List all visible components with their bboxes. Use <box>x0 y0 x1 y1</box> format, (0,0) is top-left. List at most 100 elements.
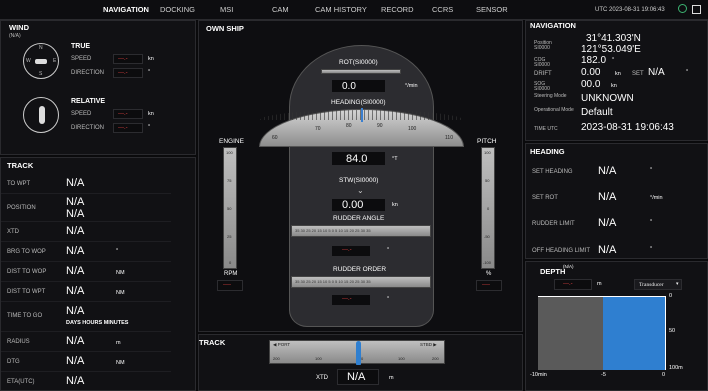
rudder-order-scale-labels: 35 30 25 20 15 10 5 0 5 10 15 20 25 30 3… <box>295 279 371 284</box>
pitch-tick-100: 100 <box>484 150 491 155</box>
pitch-gauge: 100 50 0 -50 -100 <box>481 147 495 269</box>
depth-x-tick-0: 0 <box>662 372 666 378</box>
brg-to-wop-label: BRG TO WOP <box>7 249 46 255</box>
compass-w-label: W <box>26 58 31 64</box>
xtd-bottom-value: N/A <box>347 371 366 383</box>
depth-y-tick-100: 100m <box>669 365 683 371</box>
operational-mode-label: Operational Mode <box>534 107 574 113</box>
engine-tick-50: 50 <box>227 206 232 211</box>
drift-label: DRIFT <box>534 71 552 77</box>
pitch-tick-minus-100: -100 <box>483 260 492 265</box>
dtg-value: N/A <box>66 355 85 367</box>
stbd-label: STBD ▶ <box>420 342 437 347</box>
rudder-limit-label: RUDDER LIMIT <box>532 221 575 227</box>
dist-to-wpt-value: N/A <box>66 285 85 297</box>
depth-x-tick-10min: -10min <box>530 372 547 378</box>
position-source: SI0000 <box>534 45 550 51</box>
status-icon <box>678 4 687 13</box>
relative-speed-value: ---.- <box>118 111 128 117</box>
navigation-panel: NAVIGATION Position SI0000 31°41.303'N 1… <box>525 20 708 141</box>
own-ship-title: OWN SHIP <box>206 24 244 33</box>
tab-msi[interactable]: MSI <box>220 5 233 14</box>
ship-icon <box>35 59 47 64</box>
tab-cam[interactable]: CAM <box>272 5 289 14</box>
tab-record[interactable]: RECORD <box>381 5 414 14</box>
track-row-dist-to-wpt: DIST TO WPT N/A NM <box>1 282 171 302</box>
pitch-tick-minus-50: -50 <box>484 234 490 239</box>
rudder-order-value: ---.- <box>342 296 352 302</box>
stw-box: 0.00 <box>331 198 386 212</box>
true-speed-label: SPEED <box>71 56 92 62</box>
navigation-title: NAVIGATION <box>530 21 576 30</box>
rudder-order-unit: ° <box>387 296 390 302</box>
steering-mode-label: Steering Mode <box>534 93 567 99</box>
dist-to-wpt-label: DIST TO WPT <box>7 289 46 295</box>
pitch-value: ---- <box>482 282 490 288</box>
rot-unit: °/min <box>405 83 418 89</box>
set-heading-value: N/A <box>598 165 617 177</box>
rudder-angle-label: RUDDER ANGLE <box>333 215 385 222</box>
brg-to-wop-unit: ° <box>116 248 119 254</box>
tab-sensor[interactable]: SENSOR <box>476 5 508 14</box>
rudder-angle-unit: ° <box>387 247 390 253</box>
stw-unit: kn <box>392 202 398 208</box>
heading-tick-100: 100 <box>408 126 417 132</box>
stw-value: 0.00 <box>342 199 364 211</box>
wind-title: WIND <box>9 23 29 32</box>
latitude-value: 31°41.303'N <box>586 33 641 44</box>
track-panel: TRACK TO WPT N/A POSITION N/A N/A XTD N/… <box>0 157 196 391</box>
track-tick-stbd-200: 200 <box>432 356 439 361</box>
wind-status: (N/A) <box>9 33 21 39</box>
dist-to-wop-label: DIST TO WOP <box>7 269 47 275</box>
top-bar: NAVIGATION DOCKING MSI CAM CAM HISTORY R… <box>0 0 708 20</box>
xtd-label: XTD <box>7 229 19 235</box>
true-speed-value: ---.- <box>118 56 128 62</box>
export-icon[interactable] <box>692 5 701 14</box>
transducer-select[interactable]: Transducer ▾ <box>634 279 682 290</box>
wind-panel: WIND (N/A) N S E W TRUE SPEED ---.- kn D… <box>0 20 196 155</box>
engine-tick-25: 25 <box>227 234 232 239</box>
track-row-radius: RADIUS N/A m <box>1 332 171 352</box>
heading-tick-80: 80 <box>346 123 352 129</box>
sog-source: SI0000 <box>534 86 550 92</box>
tab-ccrs[interactable]: CCRS <box>432 5 453 14</box>
pitch-label: PITCH <box>477 138 497 145</box>
relative-direction-value: ---.- <box>118 125 128 131</box>
true-direction-value: ---.- <box>118 70 128 76</box>
depth-value-box: ---.- <box>554 279 592 290</box>
rpm-box: ---- <box>217 280 243 291</box>
track-bottom-panel: TRACK ◀ PORT STBD ▶ 200 100 0 100 200 XT… <box>198 334 523 391</box>
tab-navigation[interactable]: NAVIGATION <box>103 5 149 14</box>
true-wind-compass: N S E W <box>23 43 59 79</box>
track-row-dtg: DTG N/A NM <box>1 352 171 372</box>
true-speed-unit: kn <box>148 56 154 62</box>
compass-n-label: N <box>39 45 43 51</box>
tab-docking[interactable]: DOCKING <box>160 5 195 14</box>
cog-source: SI0000 <box>534 62 550 68</box>
chevron-down-icon: ▾ <box>676 281 679 287</box>
position-label: POSITION <box>7 205 36 211</box>
xtd-bottom-label: XTD <box>316 375 328 381</box>
utc-clock: UTC 2023-08-31 19:06:43 <box>595 7 665 13</box>
dtg-label: DTG <box>7 359 20 365</box>
radius-label: RADIUS <box>7 339 30 345</box>
dist-to-wop-unit: NM <box>116 270 125 276</box>
own-ship-panel: OWN SHIP ROT(SI0000) 0.0 °/min HEADING(S… <box>198 20 523 332</box>
track-row-brg-to-wop: BRG TO WOP N/A ° <box>1 242 171 262</box>
stw-label: STW(SI0000) <box>339 177 379 184</box>
time-to-go-units: DAYS HOURS MINUTES <box>66 320 129 326</box>
tab-cam-history[interactable]: CAM HISTORY <box>315 5 367 14</box>
drift-value: 0.00 <box>581 67 601 78</box>
true-wind-title: TRUE <box>71 43 91 50</box>
track-tick-port-100: 100 <box>315 356 322 361</box>
engine-tick-100: 100 <box>226 150 233 155</box>
drift-unit: kn <box>615 71 621 77</box>
operational-mode-value: Default <box>581 107 613 118</box>
track-bottom-title: TRACK <box>199 338 226 347</box>
eta-label: ETA(UTC) <box>7 379 35 385</box>
track-tick-stbd-100: 100 <box>398 356 405 361</box>
heading-unit: °T <box>392 156 398 162</box>
ship-marker-icon <box>356 341 361 365</box>
rudder-angle-value: ---.- <box>342 247 352 253</box>
relative-speed-label: SPEED <box>71 111 92 117</box>
